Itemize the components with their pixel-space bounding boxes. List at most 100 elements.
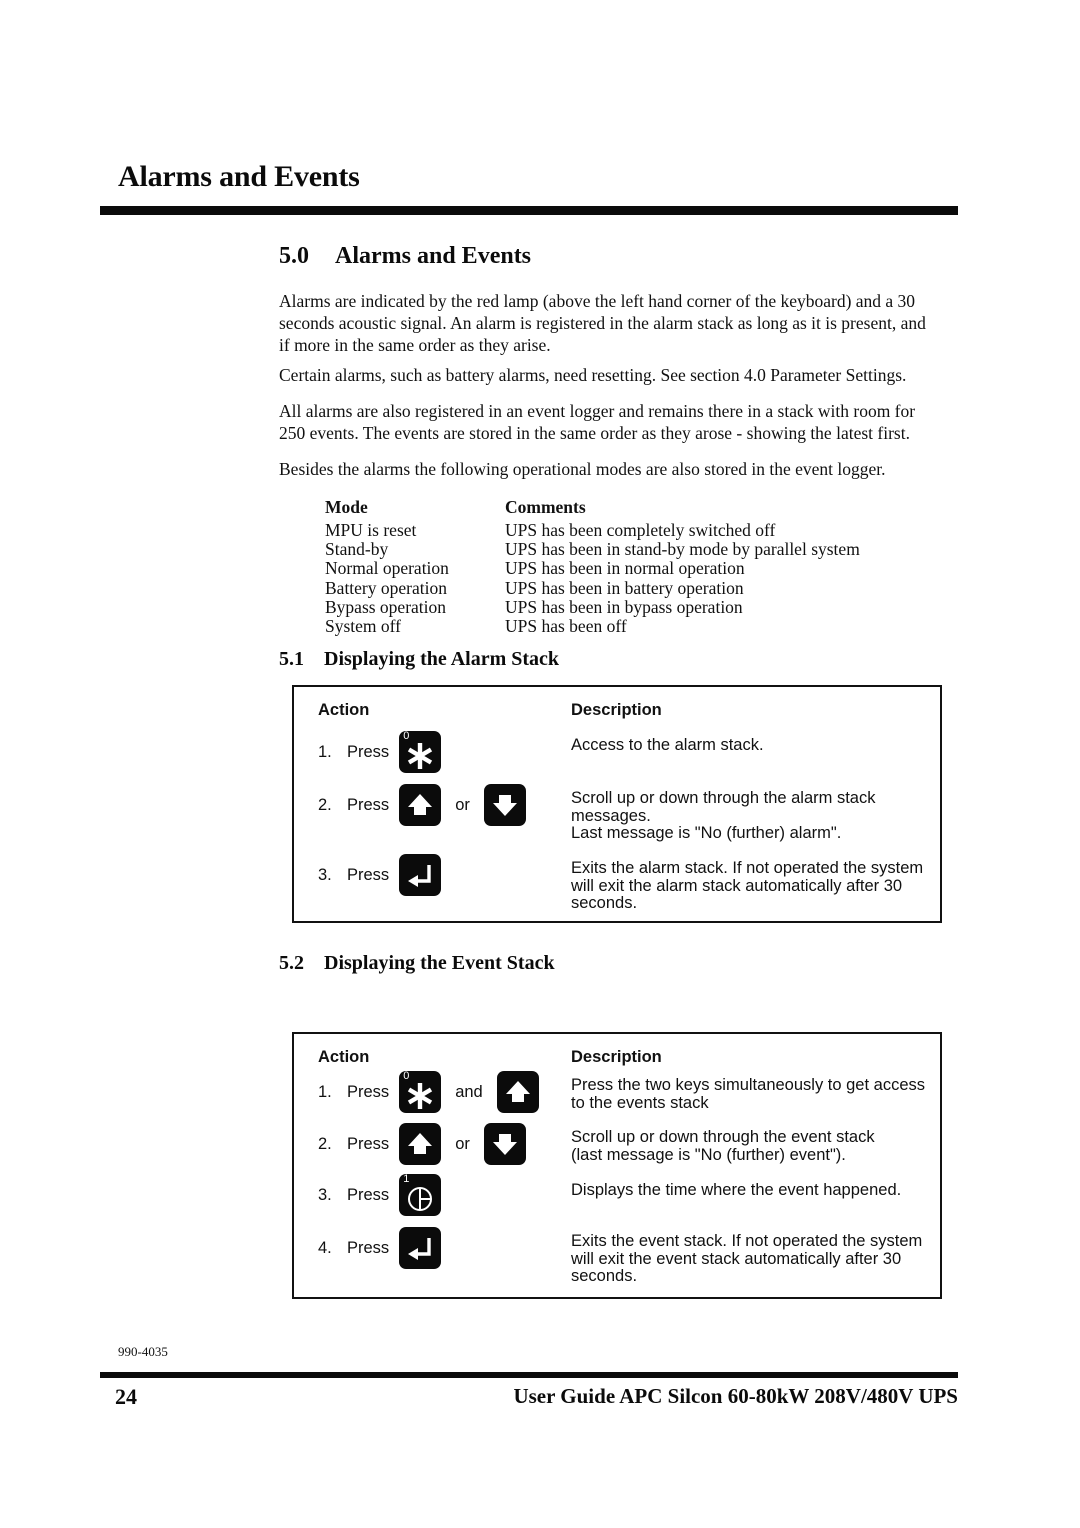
mode-cell: MPU is reset — [325, 520, 417, 540]
footer-rule — [100, 1372, 958, 1378]
star-key-icon[interactable]: 0 — [399, 1070, 442, 1113]
section-number-5-2: 5.2 — [279, 952, 304, 974]
clock-key-icon[interactable]: 1 — [399, 1173, 442, 1216]
description-line: Last message is "No (further) alarm". — [571, 824, 842, 843]
document-code: 990-4035 — [118, 1344, 168, 1359]
description-line: seconds. — [571, 1267, 638, 1286]
header-rule — [100, 206, 958, 215]
alarm-table-header-description: Description — [571, 701, 662, 719]
mode-cell: Bypass operation — [325, 596, 447, 617]
mode-cell: Normal operation — [325, 558, 449, 579]
description-line: will exit the event stack automatically … — [571, 1249, 902, 1268]
arrow-down-key-icon[interactable] — [483, 784, 526, 826]
table-row: Battery operation UPS has been in batter… — [325, 577, 860, 598]
press-label: Press — [347, 742, 390, 761]
event-row-1-description: Press the two keys simultaneously to get… — [571, 1076, 925, 1112]
modes-table-header-row: Mode Comments — [325, 497, 860, 521]
step-index: 3. — [318, 865, 332, 884]
section-heading-5-2: 5.2 Displaying the Event Stack — [279, 952, 555, 975]
arrow-down-key-icon[interactable] — [483, 1123, 526, 1165]
comment-cell: UPS has been completely switched off — [505, 520, 776, 540]
description-line: Exits the event stack. If not operated t… — [571, 1232, 923, 1250]
enter-key-icon[interactable] — [399, 854, 442, 896]
description-line: to the events stack — [571, 1093, 709, 1112]
event-row-2-action: 2. Press or — [318, 1123, 526, 1165]
description-line: messages. — [571, 806, 651, 825]
comment-cell: UPS has been in bypass operation — [505, 596, 743, 617]
mode-cell: Battery operation — [325, 577, 447, 598]
section-heading-5-1: 5.1 Displaying the Alarm Stack — [279, 648, 559, 671]
star-key-icon[interactable]: 0 — [399, 730, 442, 773]
description-line: will exit the alarm stack automatically … — [571, 876, 903, 895]
alarm-stack-procedure-box: Action Description 1. Press 0 Access to … — [292, 685, 942, 923]
event-row-2-description: Scroll up or down through the event stac… — [571, 1128, 921, 1164]
paragraph-event-logger: All alarms are also registered in an eve… — [279, 401, 916, 444]
description-line: Exits the alarm stack. If not operated t… — [571, 859, 924, 877]
alarm-row-1-description: Access to the alarm stack. — [571, 736, 921, 755]
press-label: Press — [347, 1238, 390, 1257]
table-row: Normal operation UPS has been in normal … — [325, 559, 860, 578]
event-stack-procedure-box: Action Description 1. Press 0 and Press … — [292, 1032, 942, 1299]
table-row: Stand-by UPS has been in stand-by mode b… — [325, 540, 860, 559]
alarm-row-2-description: Scroll up or down through the alarm stac… — [571, 789, 921, 843]
arrow-up-key-icon[interactable] — [496, 1071, 539, 1113]
step-index: 1. — [318, 742, 332, 761]
alarm-table-header-action: Action — [318, 701, 370, 719]
description-line: Displays the time where the event happen… — [571, 1181, 902, 1199]
section-heading-5-0: 5.0 Alarms and Events — [279, 243, 531, 270]
paragraph-resetting: Certain alarms, such as battery alarms, … — [279, 365, 907, 385]
alarm-row-3-description: Exits the alarm stack. If not operated t… — [571, 859, 924, 913]
description-line: Scroll up or down through the alarm stac… — [571, 789, 876, 807]
event-row-4-action: 4. Press — [318, 1227, 442, 1269]
event-table-header-action: Action — [318, 1048, 370, 1066]
section-number-5-1: 5.1 — [279, 648, 304, 670]
event-row-3-description: Displays the time where the event happen… — [571, 1181, 921, 1200]
step-index: 2. — [318, 795, 332, 814]
comment-cell: UPS has been in battery operation — [505, 577, 744, 598]
document-page: Alarms and Events 5.0 Alarms and Events A… — [0, 0, 1080, 1528]
description-line: Access to the alarm stack. — [571, 736, 764, 754]
step-index: 4. — [318, 1238, 332, 1257]
running-head: Alarms and Events — [118, 160, 360, 193]
section-title-5-1: Displaying the Alarm Stack — [324, 648, 560, 670]
arrow-up-key-icon[interactable] — [399, 1123, 442, 1165]
event-row-1-action: 1. Press 0 and — [318, 1070, 539, 1113]
table-row: Bypass operation UPS has been in bypass … — [325, 596, 860, 617]
step-index: 3. — [318, 1185, 332, 1204]
description-line: (last message is "No (further) event"). — [571, 1145, 846, 1164]
event-row-4-description: Exits the event stack. If not operated t… — [571, 1232, 923, 1286]
press-label: Press — [347, 795, 390, 814]
keys-conjunction: or — [455, 1134, 470, 1153]
keys-conjunction: and — [455, 1082, 483, 1101]
alarm-row-3-action: 3. Press — [318, 854, 442, 896]
press-label: Press — [347, 1134, 390, 1153]
section-title-5-2: Displaying the Event Stack — [324, 952, 555, 974]
comment-cell: UPS has been off — [505, 616, 627, 637]
page-number: 24 — [115, 1384, 137, 1409]
enter-key-icon[interactable] — [399, 1227, 442, 1269]
modes-header-mode: Mode — [325, 497, 368, 517]
alarm-row-1-action: 1. Press 0 — [318, 730, 442, 773]
mode-cell: Stand-by — [325, 539, 389, 560]
keys-conjunction: or — [455, 795, 470, 814]
comment-cell: UPS has been in stand-by mode by paralle… — [505, 539, 860, 560]
mode-cell: System off — [325, 616, 401, 637]
section-title-5-0: Alarms and Events — [335, 243, 532, 269]
modes-table: Mode Comments MPU is reset UPS has been … — [325, 497, 860, 636]
table-row: System off UPS has been off — [325, 616, 860, 637]
step-index: 2. — [318, 1134, 332, 1153]
comment-cell: UPS has been in normal operation — [505, 558, 745, 579]
modes-table-body: MPU is reset UPS has been completely swi… — [325, 520, 860, 637]
footer-guide-title: User Guide APC Silcon 60-80kW 208V/480V … — [513, 1384, 958, 1408]
press-label: Press — [347, 1082, 390, 1101]
alarm-row-2-action: 2. Press or — [318, 784, 526, 826]
step-index: 1. — [318, 1082, 332, 1101]
table-row: MPU is reset UPS has been completely swi… — [325, 520, 860, 540]
arrow-up-key-icon[interactable] — [399, 784, 442, 826]
section-number-5-0: 5.0 — [279, 243, 309, 269]
description-line: Press the two keys simultaneously to get… — [571, 1076, 925, 1094]
modes-header-comments: Comments — [505, 497, 586, 517]
paragraph-intro: Alarms are indicated by the red lamp (ab… — [279, 291, 926, 356]
press-label: Press — [347, 865, 390, 884]
description-line: seconds. — [571, 894, 638, 913]
